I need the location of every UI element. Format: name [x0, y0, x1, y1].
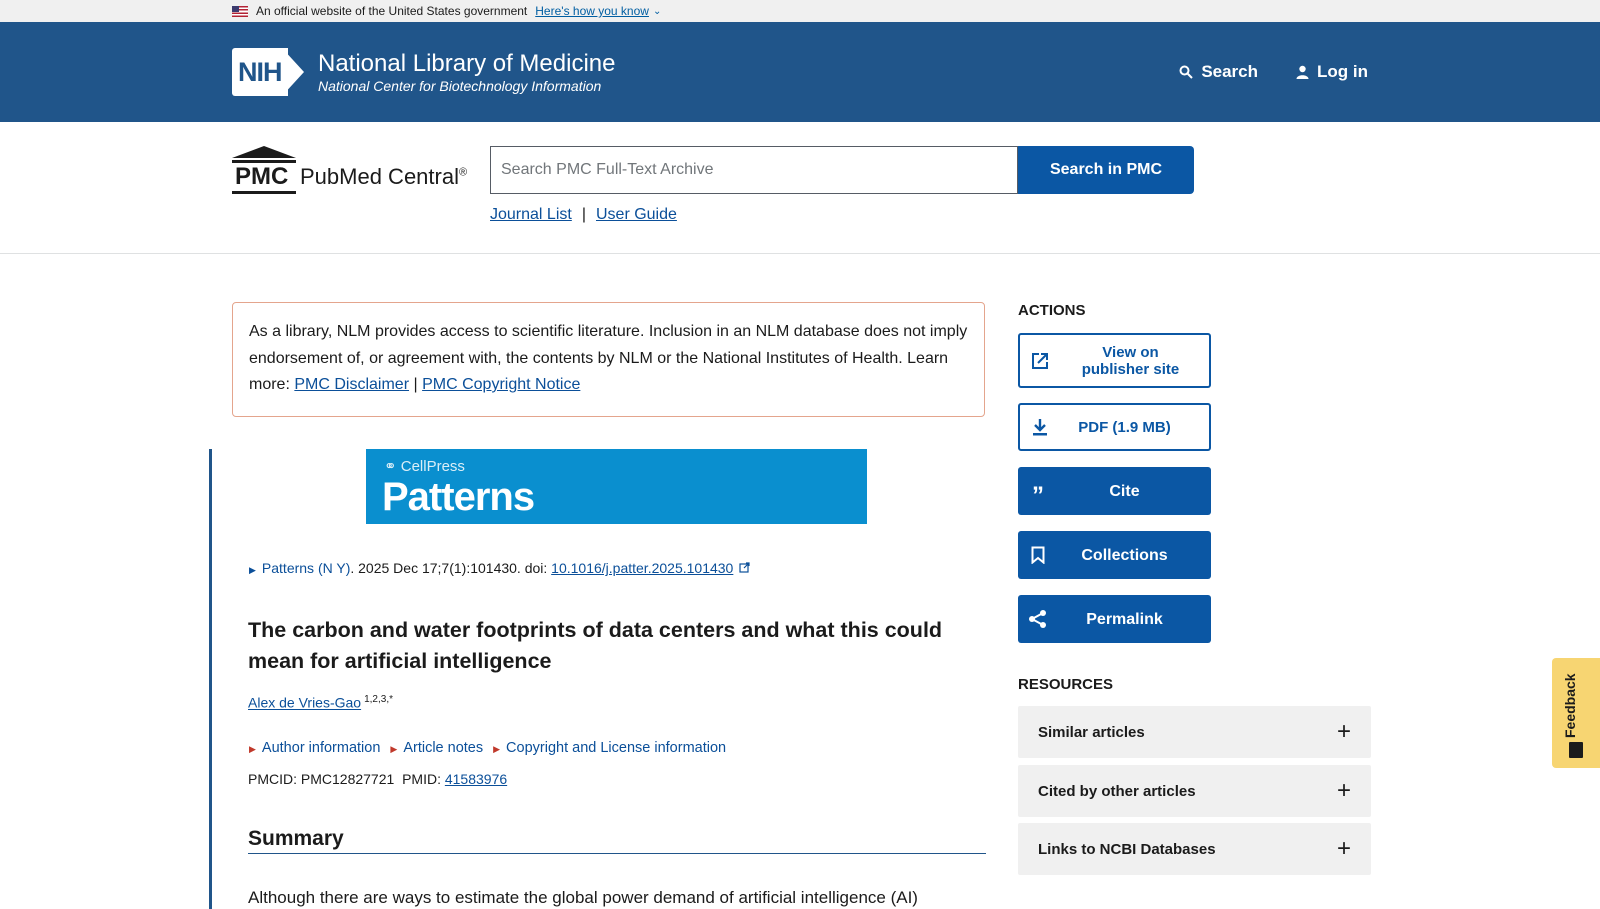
cited-by-accordion[interactable]: Cited by other articles + — [1018, 765, 1371, 817]
disclaimer-text: As a library, NLM provides access to sci… — [249, 323, 968, 367]
article-ids: PMCID: PMC12827721 PMID: 41583976 — [248, 771, 507, 787]
header-search-label: Search — [1201, 62, 1259, 81]
journal-banner[interactable]: ⚭ CellPress Patterns — [366, 449, 867, 524]
journal-list-link[interactable]: Journal List — [490, 206, 572, 224]
user-icon — [1296, 65, 1309, 79]
journal-link[interactable]: Patterns (N Y) — [262, 560, 350, 576]
article-notes-toggle[interactable]: ▶ Article notes — [390, 740, 483, 756]
similar-articles-accordion[interactable]: Similar articles + — [1018, 706, 1371, 758]
cite-button[interactable]: ” Cite — [1018, 467, 1211, 515]
gov-banner-text: An official website of the United States… — [256, 4, 528, 18]
author-affiliations: 1,2,3,* — [364, 694, 394, 705]
feedback-label: Feedback — [1562, 673, 1578, 738]
view-publisher-button[interactable]: View on publisher site — [1018, 333, 1211, 388]
summary-heading: Summary — [248, 827, 986, 854]
nav-separator: | — [581, 206, 586, 223]
copyright-license-toggle[interactable]: ▶ Copyright and License information — [493, 740, 726, 756]
ncbi-links-accordion[interactable]: Links to NCBI Databases + — [1018, 823, 1371, 875]
us-flag-icon — [232, 5, 248, 17]
abstract-text: Although there are ways to estimate the … — [248, 888, 918, 907]
search-in-pmc-button[interactable]: Search in PMC — [1018, 146, 1194, 194]
user-guide-link[interactable]: User Guide — [596, 206, 677, 224]
actions-heading: ACTIONS — [1018, 302, 1086, 319]
journal-name: Patterns — [382, 475, 535, 519]
article-left-rule — [209, 449, 212, 909]
nlm-logo[interactable]: NIH National Library of Medicine Nationa… — [232, 48, 615, 96]
feedback-tab[interactable]: Feedback — [1552, 658, 1600, 768]
external-link-icon — [1020, 351, 1060, 371]
share-icon — [1018, 609, 1058, 629]
pmc-search-form: Search in PMC — [490, 146, 1194, 194]
pmc-copyright-link[interactable]: PMC Copyright Notice — [422, 376, 580, 393]
pmc-disclaimer-link[interactable]: PMC Disclaimer — [294, 376, 409, 393]
collections-button[interactable]: Collections — [1018, 531, 1211, 579]
pmc-logo[interactable]: PMC PubMed Central® — [232, 146, 467, 194]
author-link[interactable]: Alex de Vries-Gao — [248, 695, 361, 711]
citation-details: . 2025 Dec 17;7(1):101430. doi: — [350, 560, 552, 576]
nih-badge-icon: NIH — [232, 48, 306, 96]
pmc-letters: PMC — [235, 163, 289, 190]
quote-icon: ” — [1032, 482, 1044, 509]
nih-header: NIH National Library of Medicine Nationa… — [0, 22, 1600, 122]
feedback-icon — [1569, 742, 1583, 758]
pmid-label: PMID: — [402, 771, 441, 787]
ncbi-subtitle: National Center for Biotechnology Inform… — [318, 77, 602, 94]
author-line: Alex de Vries-Gao 1,2,3,* — [248, 694, 393, 711]
resources-heading: RESOURCES — [1018, 676, 1114, 693]
doi-link[interactable]: 10.1016/j.patter.2025.101430 — [551, 560, 733, 576]
download-icon — [1020, 418, 1060, 436]
search-icon — [1179, 65, 1194, 79]
author-information-toggle[interactable]: ▶ Author information — [249, 740, 380, 756]
plus-icon: + — [1336, 835, 1351, 862]
plus-icon: + — [1336, 718, 1351, 745]
disclaimer-separator: | — [413, 376, 418, 393]
pdf-download-button[interactable]: PDF (1.9 MB) — [1018, 403, 1211, 451]
header-search-button[interactable]: Search — [1179, 62, 1258, 82]
article-title: The carbon and water footprints of data … — [248, 618, 943, 673]
pmc-name: PubMed Central® — [300, 164, 468, 189]
external-link-icon — [739, 562, 750, 573]
expand-triangle-icon[interactable]: ▶ — [249, 565, 256, 575]
nlm-title: National Library of Medicine — [318, 49, 616, 77]
pmc-header: PMC PubMed Central® Search in PMC Journa… — [0, 122, 1600, 254]
nlm-disclaimer-box: As a library, NLM provides access to sci… — [232, 302, 985, 417]
article-citation: ▶ Patterns (N Y). 2025 Dec 17;7(1):101430… — [249, 560, 750, 576]
accordion-label: Similar articles — [1038, 723, 1145, 741]
pmc-search-input[interactable] — [490, 146, 1018, 194]
pmc-nav-links: Journal List | User Guide — [490, 206, 677, 224]
chevron-down-icon[interactable]: ⌄ — [653, 6, 661, 17]
cellpress-logo: ⚭ CellPress — [384, 458, 465, 475]
gov-banner: An official website of the United States… — [0, 0, 1600, 22]
accordion-label: Links to NCBI Databases — [1038, 840, 1216, 858]
accordion-label: Cited by other articles — [1038, 782, 1196, 800]
nih-badge-text: NIH — [238, 57, 282, 87]
bookmark-icon — [1018, 546, 1058, 564]
article-info-links: ▶ Author information ▶ Article notes ▶ Copy… — [249, 740, 726, 756]
pmc-building-icon: PMC — [232, 146, 296, 194]
plus-icon: + — [1336, 777, 1351, 804]
pmid-link[interactable]: 41583976 — [445, 771, 507, 787]
login-button[interactable]: Log in — [1296, 62, 1368, 82]
permalink-button[interactable]: Permalink — [1018, 595, 1211, 643]
pmcid: PMCID: PMC12827721 — [248, 771, 395, 787]
heres-how-you-know-link[interactable]: Here's how you know — [535, 4, 649, 18]
login-label: Log in — [1317, 62, 1368, 81]
